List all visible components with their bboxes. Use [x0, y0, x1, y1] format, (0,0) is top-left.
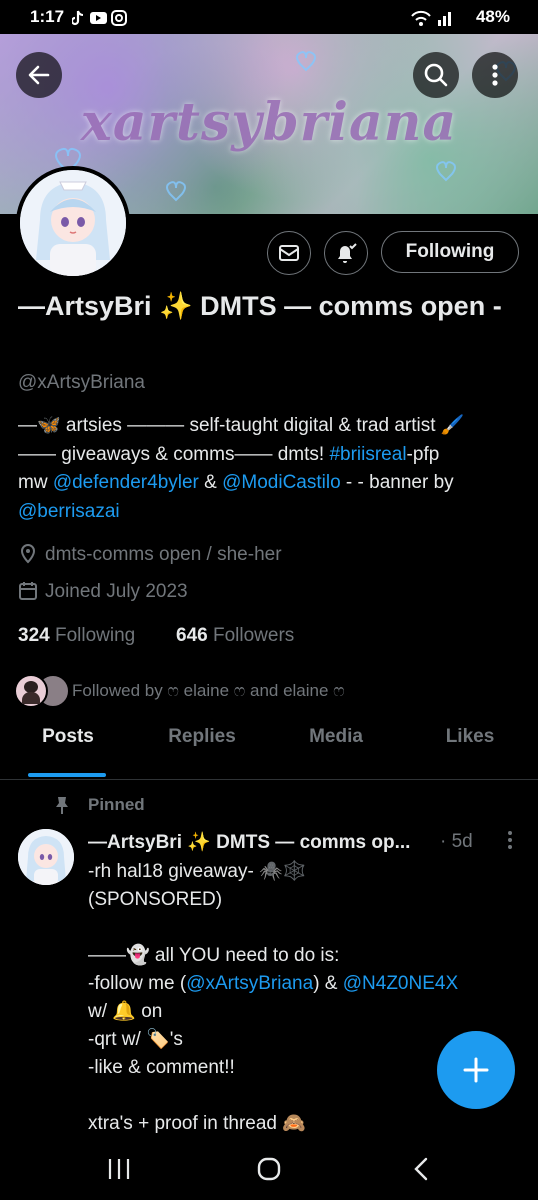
notification-icons [72, 10, 127, 26]
post-text: -follow me ( [88, 973, 187, 994]
profile-display-name: —ArtsyBri ✨ DMTS — comms open - [18, 291, 502, 321]
tab-likes[interactable]: Likes [420, 726, 520, 776]
mention-link[interactable]: @ModiCastilo [222, 472, 341, 493]
followed-by-text[interactable]: Followed by ෆ elaine ෆ and elaine ෆ [72, 681, 345, 701]
followers-stat[interactable]: 646 Followers [176, 625, 294, 647]
pinned-label: Pinned [88, 795, 145, 814]
status-time: 1:17 [30, 7, 65, 26]
home-icon[interactable] [256, 1156, 282, 1182]
plus-icon [463, 1057, 489, 1083]
bio-line: mw @defender4byler & @ModiCastilo - - ba… [18, 469, 526, 498]
followers-label: Followers [212, 625, 295, 646]
post-line: -rh hal18 giveaway- 🕷️🕸️ [88, 861, 307, 882]
post-line: ——👻 all YOU need to do is: [88, 945, 340, 966]
post-author-avatar[interactable] [18, 829, 74, 885]
location-pin-icon [20, 543, 36, 564]
post-text: ) & [313, 973, 343, 994]
profile-location: dmts-comms open / she-her [45, 544, 282, 565]
message-button[interactable] [267, 231, 311, 275]
search-icon [424, 63, 448, 87]
post-line: xtra's + proof in thread 🙈 [88, 1113, 306, 1134]
bio-text: —— giveaways & comms—— dmts! [18, 443, 330, 465]
more-options-button[interactable] [472, 52, 518, 98]
back-button[interactable] [16, 52, 62, 98]
avatar-illustration [20, 170, 126, 276]
bio-text: - - banner by [340, 472, 454, 493]
active-tab-indicator [28, 773, 106, 777]
profile-avatar[interactable] [16, 166, 130, 280]
hashtag-link[interactable]: #briisreal [329, 444, 406, 465]
post-more-icon[interactable] [502, 829, 518, 853]
post-line: w/ 🔔 on [88, 1001, 163, 1022]
back-arrow-icon [28, 65, 50, 85]
following-stat[interactable]: 324 Following [18, 625, 135, 647]
banner-text: xartsybriana [80, 92, 458, 153]
mention-link[interactable]: @defender4byler [53, 472, 199, 493]
post-timestamp: · 5d [440, 831, 473, 852]
mail-icon [279, 245, 299, 261]
tab-media[interactable]: Media [286, 726, 386, 776]
mention-link[interactable]: @berrisazai [18, 501, 120, 522]
post-author-name[interactable]: —ArtsyBri ✨ DMTS — comms op... [88, 830, 438, 854]
system-navigation-bar [0, 1140, 538, 1200]
mention-link[interactable]: @N4Z0NE4X [343, 973, 458, 994]
pin-icon [56, 797, 68, 814]
bell-check-icon [338, 243, 357, 263]
following-button[interactable]: Following [381, 231, 519, 273]
tabs-divider [0, 779, 538, 780]
tab-posts[interactable]: Posts [18, 726, 118, 776]
avatar-illustration [18, 829, 74, 885]
bio-text: -pfp [406, 443, 440, 465]
bio-text: & [198, 472, 223, 493]
mutual-followers-avatars[interactable] [14, 674, 70, 708]
status-bar: 1:17 48% [0, 0, 538, 34]
profile-bio: —🦋 artsies ——— self-taught digital & tra… [18, 412, 526, 526]
more-vertical-icon [492, 64, 498, 86]
bio-line: —— giveaways & comms—— dmts! #briisreal-… [18, 441, 526, 470]
mention-link[interactable]: @xArtsyBriana [186, 973, 313, 994]
followers-count: 646 [176, 625, 208, 646]
battery-level: 48% [475, 7, 510, 26]
post-line: (SPONSORED) [88, 889, 223, 910]
following-label: Following [54, 625, 136, 646]
profile-handle: @xArtsyBriana [18, 372, 145, 393]
recent-apps-icon[interactable] [106, 1156, 132, 1182]
bio-text: mw [18, 472, 53, 493]
calendar-icon [19, 582, 37, 600]
signal-icon [411, 10, 451, 26]
post-line: -follow me (@xArtsyBriana) & @N4Z0NE4X [88, 970, 518, 998]
compose-post-button[interactable] [437, 1031, 515, 1109]
profile-joined-date: Joined July 2023 [45, 581, 188, 602]
tab-replies[interactable]: Replies [147, 726, 257, 776]
bio-line: —🦋 artsies ——— self-taught digital & tra… [18, 415, 465, 436]
search-button[interactable] [413, 52, 459, 98]
bio-line: @berrisazai [18, 498, 526, 527]
nav-back-icon[interactable] [410, 1156, 432, 1182]
following-count: 324 [18, 625, 50, 646]
mutual-avatar [14, 674, 48, 708]
notifications-button[interactable] [324, 231, 368, 275]
